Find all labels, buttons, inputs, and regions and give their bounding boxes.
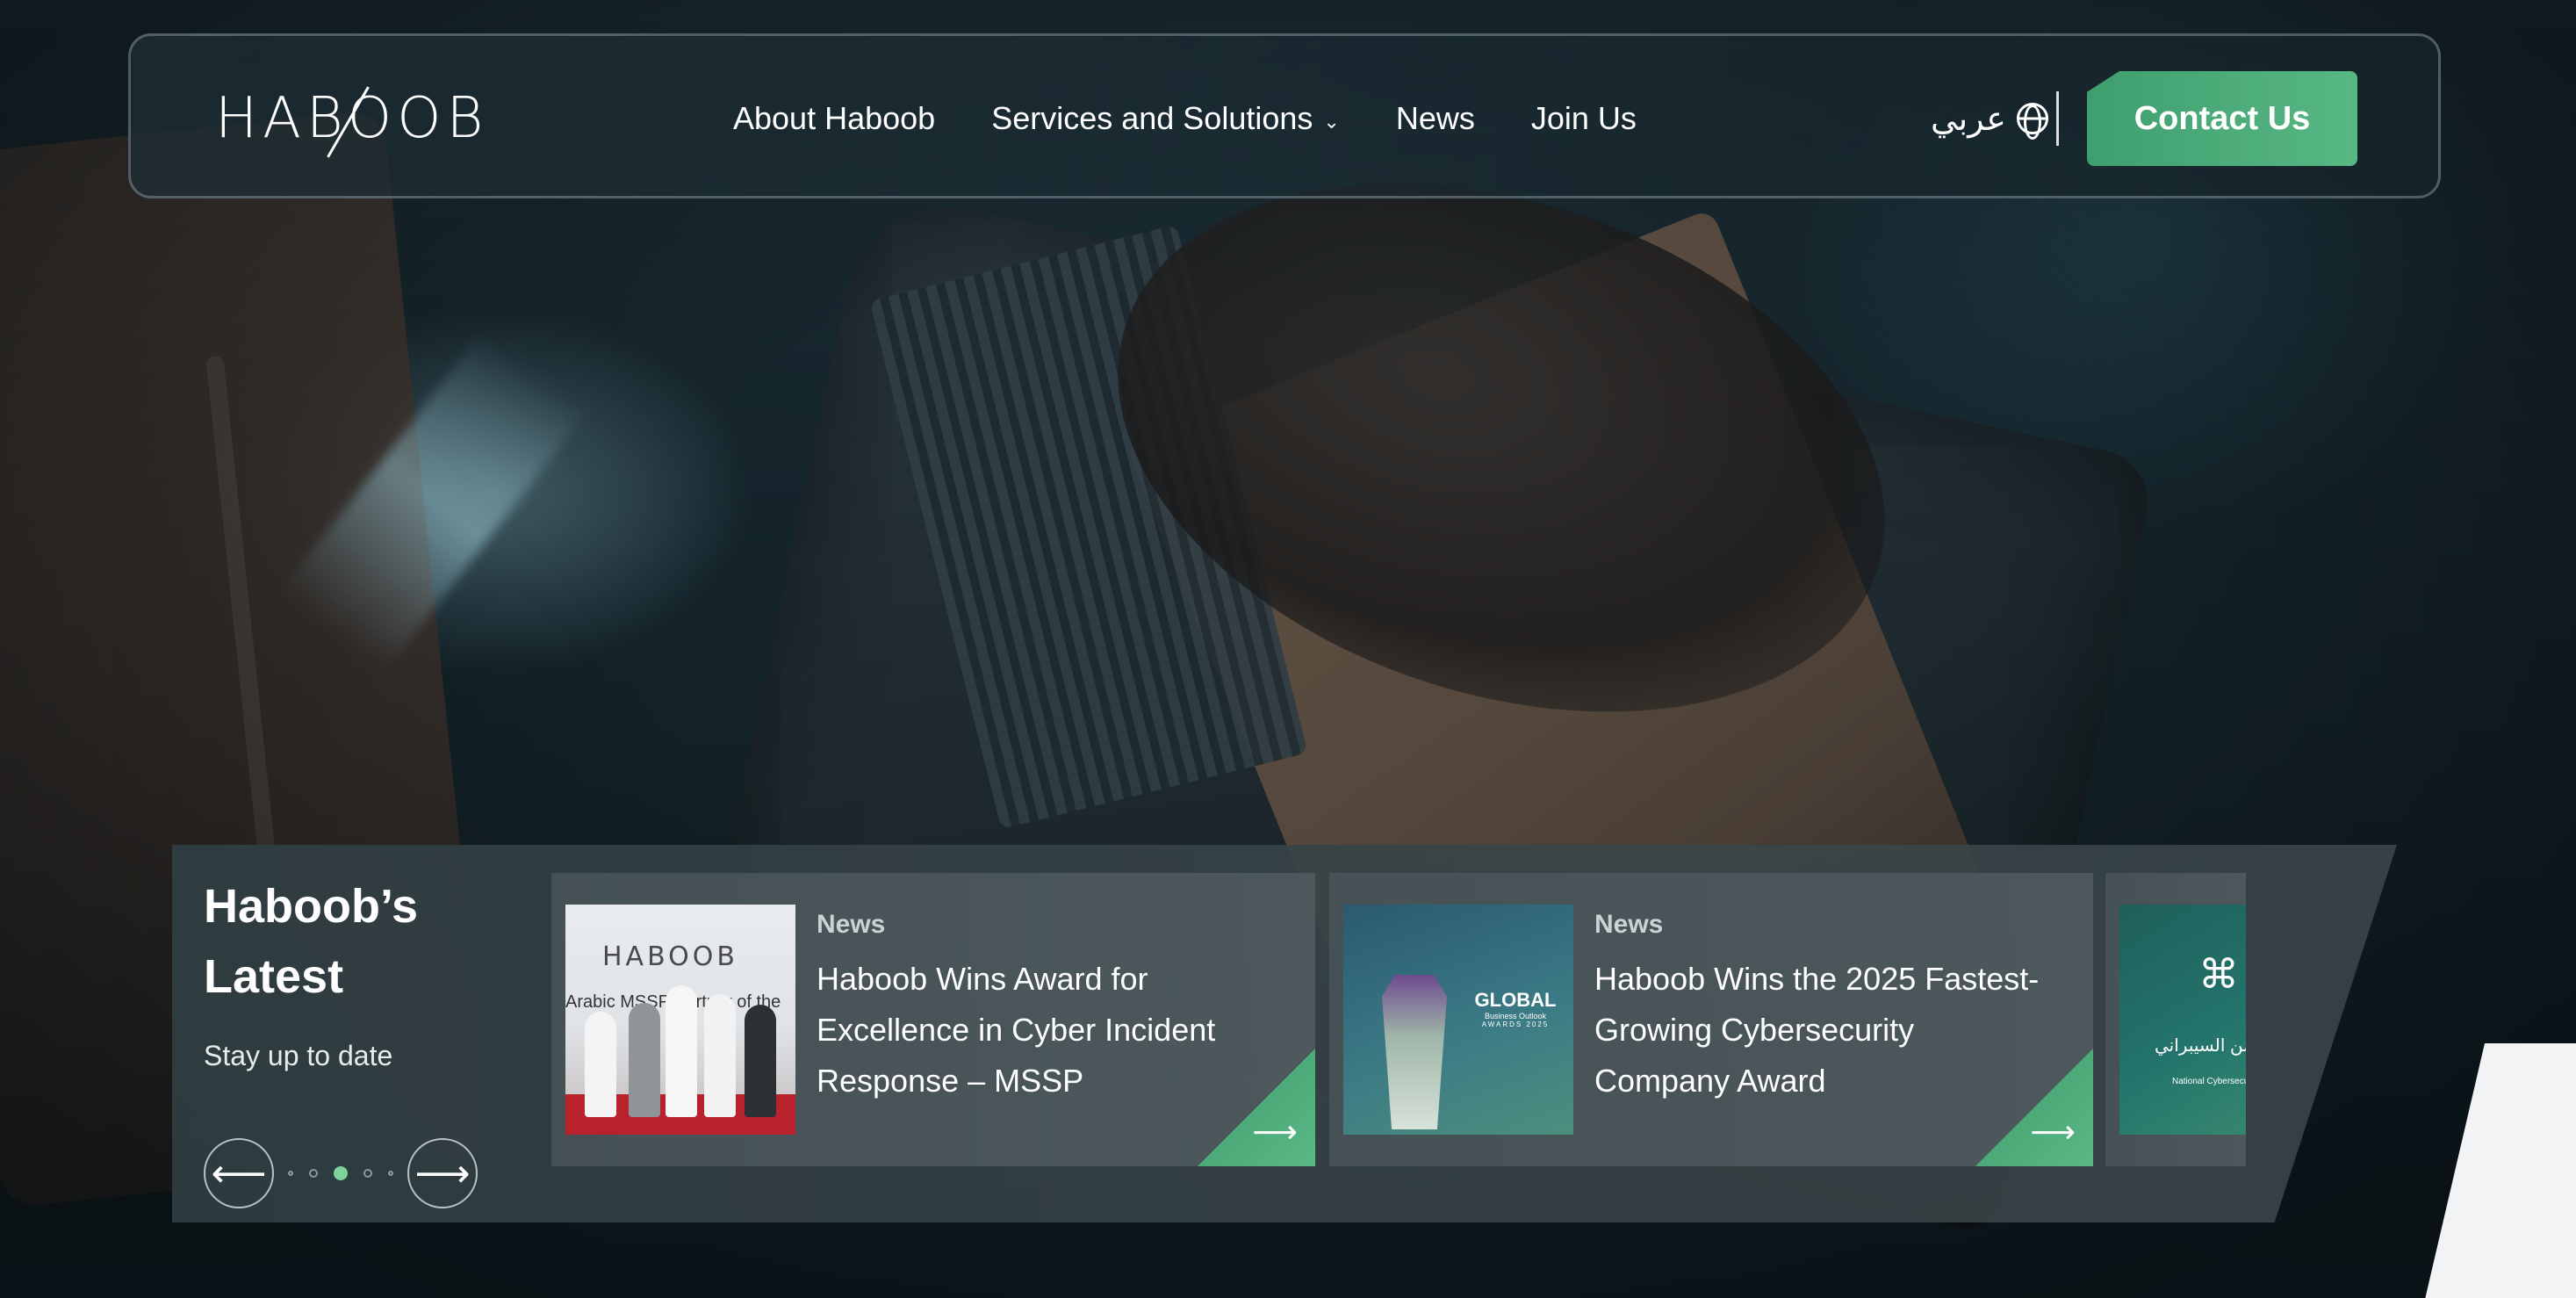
thumb-award-text: GLOBAL Business Outlook AWARDS 2025 <box>1463 989 1568 1028</box>
news-card-thumbnail: ⌘ الهيئة الوطنية للأمن السيبراني Nationa… <box>2119 905 2246 1135</box>
haboob-logo[interactable]: HABOOB <box>215 86 483 158</box>
nav-about[interactable]: About Haboob <box>733 100 935 137</box>
slider-dot[interactable] <box>363 1169 372 1178</box>
language-switch[interactable]: عربي <box>1931 36 2048 201</box>
news-card[interactable]: GLOBAL Business Outlook AWARDS 2025 News… <box>1329 873 2093 1166</box>
arrow-right-icon[interactable]: ⟶ <box>1252 1114 1298 1150</box>
thumb-person <box>704 994 736 1117</box>
thumb-trophy <box>1382 975 1447 1129</box>
thumb-person <box>666 985 697 1117</box>
nav-services[interactable]: Services and Solutions ⌄ <box>991 100 1340 137</box>
slider-dot[interactable] <box>388 1171 393 1176</box>
arrow-right-icon: ⟶ <box>414 1151 471 1195</box>
nav-join-label: Join Us <box>1530 100 1637 136</box>
globe-icon <box>2016 103 2048 134</box>
slider-dot[interactable] <box>309 1169 318 1178</box>
news-card-headline[interactable]: Haboob Wins Award for Excellence in Cybe… <box>817 954 1273 1107</box>
thumb-ncsa-arabic: الهيئة الوطنية للأمن السيبراني <box>2155 1036 2246 1056</box>
news-card[interactable]: HABOOB Arabic MSSP Partner of the News H… <box>551 873 1315 1166</box>
slider-dots <box>288 1166 393 1180</box>
site-header: HABOOB About Haboob Services and Solutio… <box>128 33 2441 198</box>
thumb-award-sub2: AWARDS 2025 <box>1481 1020 1550 1028</box>
nav-about-label: About Haboob <box>733 100 936 136</box>
language-label: عربي <box>1931 100 2006 138</box>
news-card-headline[interactable]: Haboob Wins the 2025 Fastest-Growing Cyb… <box>1594 954 2051 1107</box>
latest-title: Haboob’s Latest <box>204 880 419 1003</box>
nav-news[interactable]: News <box>1396 100 1475 137</box>
logo-wordmark: HABOOB <box>215 86 489 151</box>
main-nav: About Haboob Services and Solutions ⌄ Ne… <box>733 36 1637 201</box>
news-card-thumbnail: GLOBAL Business Outlook AWARDS 2025 <box>1343 905 1573 1135</box>
nav-news-label: News <box>1395 100 1475 136</box>
ncsa-emblem-icon: ⌘ <box>2198 951 2239 997</box>
thumb-person <box>745 1005 776 1117</box>
thumb-brand-text: HABOOB <box>602 941 738 972</box>
header-divider <box>2056 91 2059 146</box>
slider-prev-button[interactable]: ⟵ <box>204 1138 274 1208</box>
news-card-category: News <box>817 910 886 939</box>
news-card-thumbnail: HABOOB Arabic MSSP Partner of the <box>565 905 795 1135</box>
thumb-ncsa-english: National Cybersecurity Authority <box>2172 1077 2246 1086</box>
nav-join[interactable]: Join Us <box>1531 100 1637 137</box>
arrow-right-icon[interactable]: ⟶ <box>2030 1114 2076 1150</box>
slider-dot[interactable] <box>288 1171 293 1176</box>
thumb-person <box>629 1003 660 1117</box>
latest-subtitle: Stay up to date <box>204 1040 393 1071</box>
news-card[interactable]: ⌘ الهيئة الوطنية للأمن السيبراني Nationa… <box>2105 873 2246 1166</box>
arrow-left-icon: ⟵ <box>211 1151 267 1195</box>
slider-next-button[interactable]: ⟶ <box>407 1138 478 1208</box>
news-card-category: News <box>1594 910 1664 939</box>
slider-dot-active[interactable] <box>334 1166 348 1180</box>
chevron-down-icon: ⌄ <box>1323 111 1340 133</box>
thumb-award-sub: Business Outlook <box>1484 1012 1547 1020</box>
slider-controls: ⟵ ⟶ <box>204 1138 478 1208</box>
contact-us-button[interactable]: Contact Us <box>2087 71 2357 166</box>
thumb-award-title: GLOBAL <box>1474 989 1557 1011</box>
nav-services-label: Services and Solutions <box>991 100 1313 136</box>
thumb-person <box>585 1012 616 1117</box>
